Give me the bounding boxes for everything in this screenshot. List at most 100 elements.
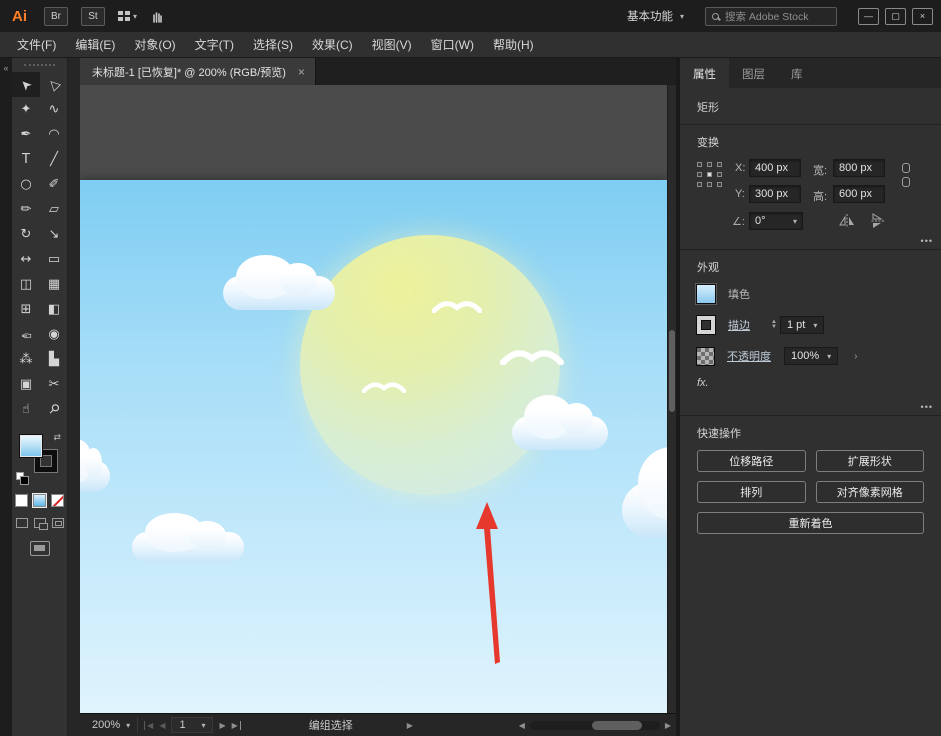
- last-artboard-icon[interactable]: ▶: [232, 721, 241, 730]
- panel-tab-1[interactable]: 图层: [729, 58, 778, 88]
- menu-item-7[interactable]: 窗口(W): [422, 32, 483, 57]
- horizontal-scrollbar[interactable]: ◀ ▶: [519, 721, 671, 730]
- graph-tool[interactable]: ▙: [40, 347, 68, 372]
- swap-fill-stroke-icon[interactable]: ⇄: [53, 432, 61, 443]
- status-expand-icon[interactable]: ▶: [407, 721, 413, 730]
- document-tab[interactable]: 未标题-1 [已恢复]* @ 200% (RGB/预览) ×: [80, 58, 316, 85]
- pen-tool[interactable]: ✒: [12, 122, 40, 147]
- scroll-left-icon[interactable]: ◀: [519, 721, 525, 730]
- quick-action-4[interactable]: 重新着色: [697, 512, 924, 534]
- transform-more-options-icon[interactable]: •••: [921, 236, 933, 246]
- stock-search-input[interactable]: 搜索 Adobe Stock: [705, 7, 837, 26]
- stroke-weight-stepper[interactable]: ▲ ▼: [771, 320, 777, 330]
- opacity-link[interactable]: 不透明度: [727, 348, 771, 364]
- default-colors-icon[interactable]: [16, 472, 24, 480]
- gradient-tool[interactable]: ◧: [40, 297, 68, 322]
- mesh-tool[interactable]: ⊞: [12, 297, 40, 322]
- link-dimensions-icon[interactable]: [902, 163, 910, 187]
- symbol-sprayer-tool[interactable]: ⁂: [12, 347, 40, 372]
- draw-normal-icon[interactable]: [16, 518, 28, 528]
- width-input[interactable]: 800 px: [833, 159, 885, 177]
- reference-point-locator[interactable]: [697, 162, 722, 187]
- fill-color-swatch[interactable]: [20, 435, 42, 457]
- quick-action-2[interactable]: 排列: [697, 481, 806, 503]
- type-tool[interactable]: T: [12, 147, 40, 172]
- quick-action-1[interactable]: 扩展形状: [816, 450, 925, 472]
- stroke-swatch[interactable]: [697, 316, 715, 334]
- paintbrush-tool[interactable]: ✐: [40, 172, 68, 197]
- y-input[interactable]: 300 px: [749, 185, 801, 203]
- eraser-tool[interactable]: ▱: [40, 197, 68, 222]
- shape-builder-tool[interactable]: ◫: [12, 272, 40, 297]
- shaper-tool[interactable]: ✏: [12, 197, 40, 222]
- draw-inside-icon[interactable]: [52, 518, 64, 528]
- panel-tab-0[interactable]: 属性: [680, 58, 729, 88]
- quick-action-3[interactable]: 对齐像素网格: [816, 481, 925, 503]
- flip-horizontal-icon[interactable]: [839, 214, 855, 228]
- artboard-number-select[interactable]: 1 ▾: [171, 717, 213, 733]
- perspective-grid-tool[interactable]: ▦: [40, 272, 68, 297]
- touch-workspace-button[interactable]: [150, 9, 164, 23]
- menu-item-1[interactable]: 编辑(E): [66, 32, 124, 57]
- artboard[interactable]: [80, 180, 667, 713]
- collapse-panel-icon[interactable]: «: [3, 63, 8, 73]
- menu-item-5[interactable]: 效果(C): [303, 32, 362, 57]
- rotate-tool[interactable]: ↻: [12, 222, 40, 247]
- x-input[interactable]: 400 px: [749, 159, 801, 177]
- menu-item-2[interactable]: 对象(O): [125, 32, 184, 57]
- previous-artboard-icon[interactable]: ◀: [159, 721, 165, 730]
- horizontal-scrollbar-track[interactable]: [530, 721, 660, 730]
- stroke-link[interactable]: 描边: [728, 317, 750, 333]
- scroll-right-icon[interactable]: ▶: [665, 721, 671, 730]
- vertical-scrollbar[interactable]: [667, 85, 676, 713]
- artboard-tool[interactable]: ▣: [12, 372, 40, 397]
- maximize-button[interactable]: ▢: [885, 8, 906, 25]
- eyedropper-tool[interactable]: ✑: [12, 322, 40, 347]
- minimize-button[interactable]: —: [858, 8, 879, 25]
- none-button[interactable]: [51, 494, 64, 507]
- magic-wand-tool[interactable]: ✦: [12, 97, 40, 122]
- appearance-more-options-icon[interactable]: •••: [921, 402, 933, 412]
- arrange-documents-button[interactable]: ▾: [118, 11, 137, 21]
- opacity-select[interactable]: 100% ▾: [784, 347, 838, 365]
- menu-item-0[interactable]: 文件(F): [8, 32, 65, 57]
- menu-item-3[interactable]: 文字(T): [186, 32, 243, 57]
- panel-tab-2[interactable]: 库: [778, 58, 816, 88]
- menu-item-4[interactable]: 选择(S): [244, 32, 302, 57]
- zoom-level-select[interactable]: 200% ▾: [85, 717, 138, 733]
- slice-tool[interactable]: ✂: [40, 372, 68, 397]
- close-button[interactable]: ×: [912, 8, 933, 25]
- flip-vertical-icon[interactable]: [870, 213, 884, 229]
- blend-tool[interactable]: ◉: [40, 322, 68, 347]
- menu-item-6[interactable]: 视图(V): [363, 32, 421, 57]
- menu-item-8[interactable]: 帮助(H): [484, 32, 543, 57]
- toolbar-grip[interactable]: [24, 64, 55, 66]
- opacity-flyout-icon[interactable]: ›: [854, 351, 857, 362]
- vertical-scrollbar-thumb[interactable]: [669, 330, 675, 412]
- canvas-pasteboard[interactable]: [80, 85, 676, 713]
- fill-swatch[interactable]: [697, 285, 715, 303]
- step-down-icon[interactable]: ▼: [771, 325, 777, 330]
- line-segment-tool[interactable]: ╱: [40, 147, 68, 172]
- tab-close-icon[interactable]: ×: [298, 65, 305, 79]
- color-button[interactable]: [15, 494, 28, 507]
- workspace-switcher[interactable]: 基本功能 ▾: [619, 5, 692, 27]
- bridge-button[interactable]: Br: [44, 7, 68, 26]
- first-artboard-icon[interactable]: ◀: [144, 721, 153, 730]
- scale-tool[interactable]: ↘: [40, 222, 68, 247]
- rotation-select[interactable]: 0° ▾: [749, 212, 803, 230]
- draw-behind-icon[interactable]: [34, 518, 46, 528]
- fx-button[interactable]: fx.: [697, 377, 924, 389]
- horizontal-scrollbar-thumb[interactable]: [592, 721, 642, 730]
- lasso-tool[interactable]: ∿: [40, 97, 68, 122]
- opacity-swatch[interactable]: [697, 348, 714, 365]
- stroke-weight-input[interactable]: 1 pt ▾: [780, 316, 824, 334]
- height-input[interactable]: 600 px: [833, 185, 885, 203]
- stock-button[interactable]: St: [81, 7, 105, 26]
- screen-mode-button[interactable]: [30, 541, 50, 556]
- zoom-tool[interactable]: ⚲: [40, 397, 68, 422]
- hand-tool[interactable]: ☝: [12, 397, 40, 422]
- ellipse-tool[interactable]: ○: [12, 172, 40, 197]
- quick-action-0[interactable]: 位移路径: [697, 450, 806, 472]
- gradient-button[interactable]: [33, 494, 46, 507]
